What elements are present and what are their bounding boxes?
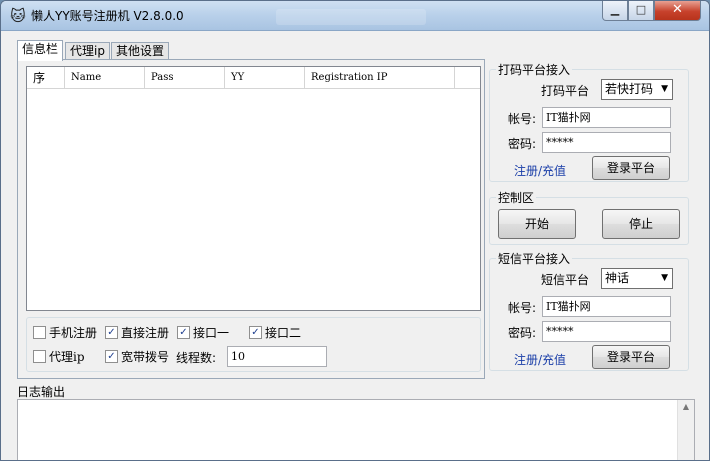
broadband-dial-checkbox[interactable]: ✓ 宽带拨号: [105, 348, 169, 365]
captcha-platform-group: 打码平台接入 打码平台 若快打码 ▼ 帐号: IT猫扑网 密码: ***** 注…: [489, 61, 689, 182]
options-group: 手机注册 ✓ 直接注册 ✓ 接口一 ✓ 接口二 代理ip ✓ 宽带拨号 线程数:…: [26, 317, 481, 372]
chevron-down-icon: ▼: [661, 84, 668, 94]
direct-register-checkbox[interactable]: ✓ 直接注册: [105, 324, 169, 341]
select-value: 若快打码: [605, 82, 654, 96]
captcha-password-input[interactable]: *****: [542, 132, 671, 153]
checkbox-label: 接口一: [193, 326, 230, 340]
checkbox-label: 代理ip: [49, 350, 85, 364]
group-title: 短信平台接入: [496, 250, 573, 267]
title-ghost-text: [276, 9, 426, 25]
checkbox-box: [33, 350, 46, 363]
sms-account-input[interactable]: IT猫扑网: [542, 296, 671, 317]
maximize-button[interactable]: □: [628, 1, 654, 21]
app-window: 🐱 懒人YY账号注册机 V2.8.0.0 ▁ □ ✕ 信息栏 代理ip 其他设置…: [0, 0, 710, 461]
start-button[interactable]: 开始: [498, 209, 576, 239]
password-label: 密码:: [508, 137, 537, 151]
tab-proxy-ip[interactable]: 代理ip: [65, 42, 110, 60]
log-output-group: 日志输出 ▲: [17, 383, 695, 460]
check-icon: ✓: [105, 326, 118, 339]
sms-password-input[interactable]: *****: [542, 321, 671, 342]
thread-count-input[interactable]: 10: [227, 346, 327, 367]
client-area: 信息栏 代理ip 其他设置 序 Name Pass YY Registratio…: [7, 32, 705, 460]
log-scrollbar[interactable]: ▲: [677, 400, 694, 460]
thread-count-label: 线程数:: [176, 351, 217, 365]
col-registration-ip[interactable]: Registration IP: [305, 67, 455, 89]
log-title: 日志输出: [17, 383, 66, 400]
title-bar[interactable]: 🐱 懒人YY账号注册机 V2.8.0.0 ▁ □ ✕: [1, 1, 709, 31]
log-output-box[interactable]: ▲: [17, 399, 695, 460]
sms-register-link[interactable]: 注册/充值: [514, 351, 566, 368]
account-label: 帐号:: [508, 112, 537, 126]
close-button[interactable]: ✕: [654, 1, 701, 21]
account-label: 帐号:: [508, 301, 537, 315]
checkbox-label: 宽带拨号: [121, 350, 170, 364]
port-one-checkbox[interactable]: ✓ 接口一: [177, 324, 229, 341]
checkbox-label: 接口二: [265, 326, 302, 340]
group-title: 控制区: [496, 189, 537, 206]
window-title: 懒人YY账号注册机 V2.8.0.0: [31, 9, 184, 23]
tab-panel-info: 序 Name Pass YY Registration IP 手机注册 ✓ 直接…: [17, 59, 485, 379]
scroll-up-icon[interactable]: ▲: [678, 400, 694, 414]
captcha-register-link[interactable]: 注册/充值: [514, 162, 566, 179]
tab-other-settings[interactable]: 其他设置: [111, 42, 170, 60]
account-list[interactable]: 序 Name Pass YY Registration IP: [26, 66, 481, 311]
phone-register-checkbox[interactable]: 手机注册: [33, 324, 97, 341]
check-icon: ✓: [177, 326, 190, 339]
col-filler: [455, 67, 480, 89]
col-index[interactable]: 序: [27, 67, 65, 89]
checkbox-box: [33, 326, 46, 339]
sms-platform-select[interactable]: 神话 ▼: [601, 268, 673, 289]
list-header: 序 Name Pass YY Registration IP: [27, 67, 480, 89]
password-label: 密码:: [508, 326, 537, 340]
chevron-down-icon: ▼: [661, 273, 668, 283]
proxy-ip-checkbox[interactable]: 代理ip: [33, 348, 85, 365]
col-name[interactable]: Name: [65, 67, 145, 89]
captcha-login-button[interactable]: 登录平台: [592, 156, 670, 180]
captcha-platform-label: 打码平台: [541, 84, 590, 98]
check-icon: ✓: [105, 350, 118, 363]
sms-platform-label: 短信平台: [541, 273, 590, 287]
captcha-platform-select[interactable]: 若快打码 ▼: [601, 79, 673, 100]
checkbox-label: 直接注册: [121, 326, 170, 340]
port-two-checkbox[interactable]: ✓ 接口二: [249, 324, 301, 341]
col-yy[interactable]: YY: [225, 67, 305, 89]
select-value: 神话: [605, 271, 630, 285]
check-icon: ✓: [249, 326, 262, 339]
minimize-button[interactable]: ▁: [602, 1, 628, 21]
control-group: 控制区 开始 停止: [489, 189, 689, 245]
tab-info[interactable]: 信息栏: [17, 40, 64, 61]
sms-platform-group: 短信平台接入 短信平台 神话 ▼ 帐号: IT猫扑网 密码: ***** 注册/…: [489, 250, 689, 371]
stop-button[interactable]: 停止: [602, 209, 680, 239]
sms-login-button[interactable]: 登录平台: [592, 345, 670, 369]
checkbox-label: 手机注册: [49, 326, 98, 340]
captcha-account-input[interactable]: IT猫扑网: [542, 107, 671, 128]
group-title: 打码平台接入: [496, 61, 573, 78]
cat-icon: 🐱: [10, 7, 26, 25]
col-pass[interactable]: Pass: [145, 67, 225, 89]
